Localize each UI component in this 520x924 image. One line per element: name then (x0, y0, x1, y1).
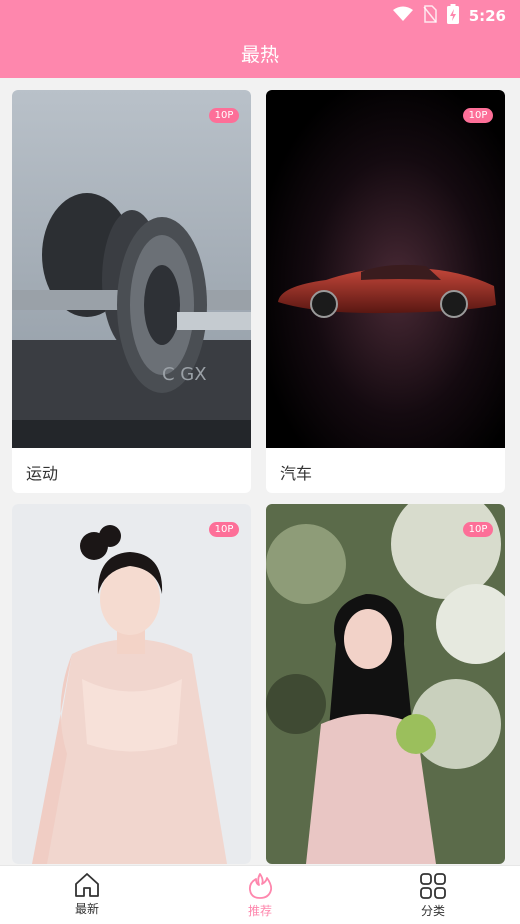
tab-label: 最新 (74, 902, 99, 916)
battery-charging-icon (446, 4, 459, 28)
tab-recommend[interactable]: 推荐 (220, 872, 300, 919)
card-label: 汽车 (280, 464, 313, 483)
tab-latest[interactable]: 最新 (47, 872, 127, 917)
no-sim-icon (423, 5, 437, 27)
category-card-cars[interactable]: 10P 汽车 (266, 90, 505, 493)
card-image: C GX (12, 90, 251, 448)
category-card-sports[interactable]: C GX 10P 运动 (12, 90, 251, 493)
top-bar: 5:26 最热 (0, 0, 520, 78)
photo-count-badge: 10P (209, 108, 239, 123)
photo-count-badge: 10P (463, 522, 493, 537)
photo-count-badge: 10P (209, 522, 239, 537)
status-time: 5:26 (468, 7, 506, 25)
tab-category[interactable]: 分类 (393, 872, 473, 919)
tab-label: 推荐 (247, 904, 272, 918)
bottom-tab-bar: 最新 推荐 分类 (0, 865, 520, 924)
grid-icon (420, 873, 446, 899)
card-image (12, 504, 251, 864)
svg-text:C GX: C GX (162, 364, 207, 385)
card-image (266, 504, 505, 864)
tab-label: 分类 (420, 904, 445, 918)
home-icon (75, 873, 99, 897)
photo-count-badge: 10P (463, 108, 493, 123)
flame-icon (248, 873, 273, 899)
status-bar: 5:26 (392, 4, 506, 28)
wifi-icon (392, 6, 413, 26)
category-card-portrait-2[interactable]: 10P (266, 504, 505, 864)
category-card-portrait-1[interactable]: 10P (12, 504, 251, 864)
page-title: 最热 (240, 44, 279, 66)
card-image (266, 90, 505, 448)
card-label: 运动 (26, 464, 59, 483)
